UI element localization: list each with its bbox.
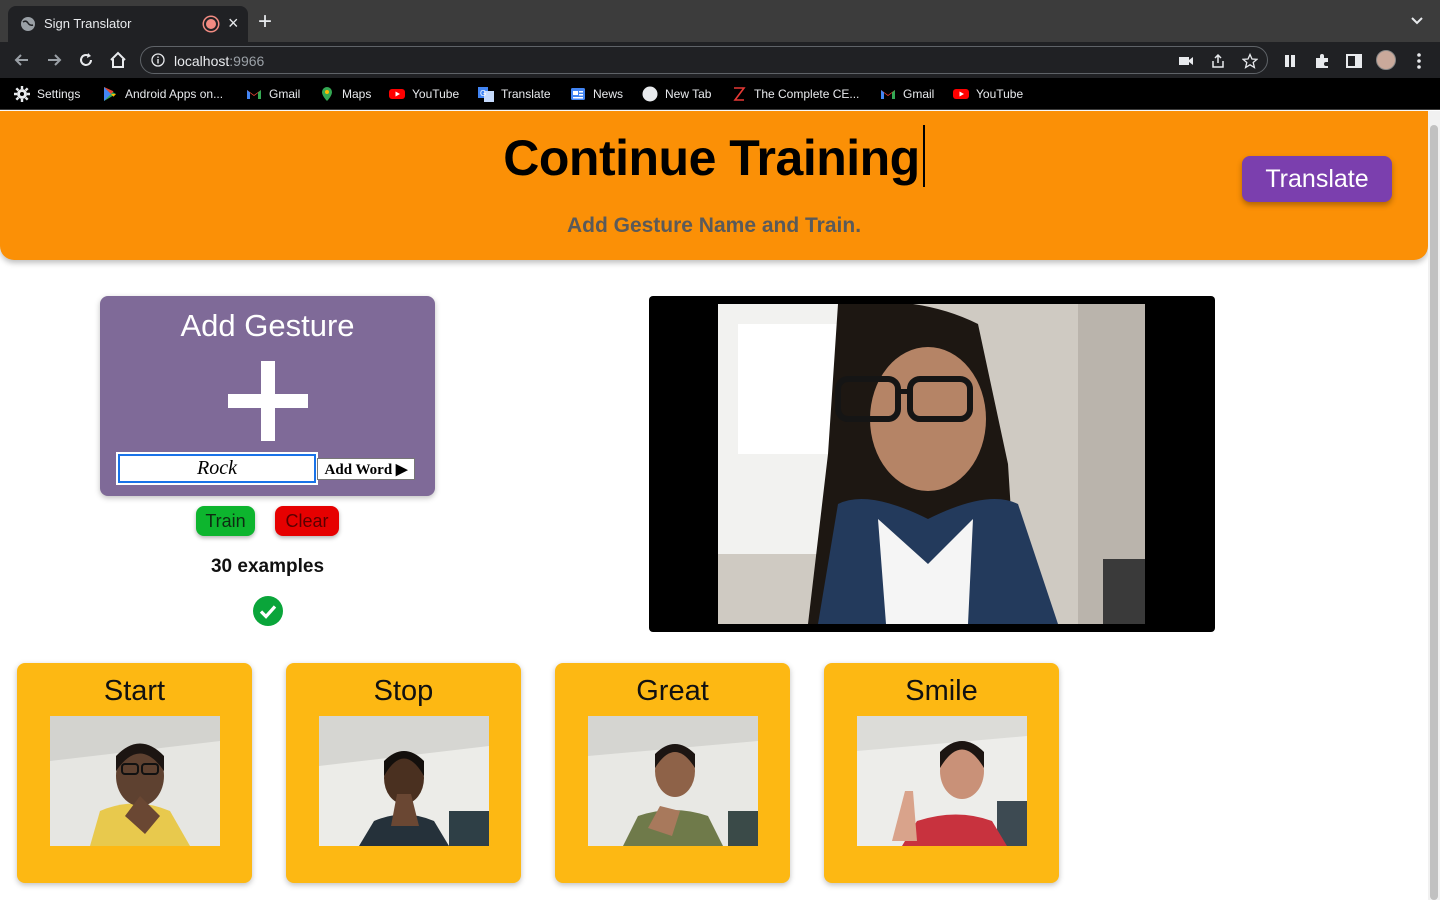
gesture-card-great[interactable]: Great: [555, 663, 790, 883]
clear-button[interactable]: Clear: [275, 506, 339, 536]
gmail-icon: [881, 90, 895, 99]
page-scrollbar[interactable]: [1428, 111, 1440, 900]
gmail-icon: [247, 90, 261, 99]
side-panel-icon[interactable]: [1345, 52, 1363, 70]
examples-count: 30 examples: [210, 556, 325, 577]
kebab-menu-icon[interactable]: [1410, 52, 1428, 70]
address-bar[interactable]: localhost:9966: [140, 46, 1268, 74]
svg-text:G: G: [480, 89, 486, 98]
gesture-thumbnail: [857, 716, 1027, 846]
maps-icon: [322, 87, 332, 101]
new-tab-button[interactable]: +: [258, 8, 272, 36]
train-button[interactable]: Train: [196, 506, 255, 536]
gesture-name: Great: [636, 675, 709, 707]
bookmark-label: Android Apps on...: [125, 87, 224, 101]
bookmark-label: Gmail: [903, 87, 935, 101]
translate-button[interactable]: Translate: [1242, 156, 1392, 202]
star-icon[interactable]: [1242, 53, 1258, 69]
forward-icon[interactable]: [44, 50, 64, 70]
share-icon[interactable]: [1210, 53, 1226, 69]
bookmark-label: Gmail: [269, 87, 301, 101]
add-gesture-title: Add Gesture: [180, 308, 355, 343]
bookmark-label: Settings: [37, 87, 81, 101]
back-icon[interactable]: [12, 50, 32, 70]
globe-icon: [21, 17, 35, 31]
gesture-card-start[interactable]: Start: [17, 663, 252, 883]
bookmarks-bar: Settings Android Apps on... Gmail Maps Y…: [0, 78, 1440, 110]
gesture-name: Stop: [373, 675, 434, 707]
browser-toolbar: localhost:9966: [0, 42, 1440, 78]
bookmark-label: YouTube: [976, 87, 1024, 101]
close-tab-icon[interactable]: ×: [228, 13, 239, 34]
scrollbar-thumb[interactable]: [1430, 125, 1438, 900]
zeta-icon: [733, 87, 746, 101]
add-gesture-card: Add Gesture Add Word ▶: [100, 296, 435, 496]
play-store-icon: [104, 87, 116, 101]
bookmark-label: YouTube: [412, 87, 460, 101]
url-text: localhost:9966: [174, 53, 264, 69]
gesture-thumbnail: [50, 716, 220, 846]
gesture-name: Start: [103, 675, 166, 707]
bookmark-label: Maps: [342, 87, 372, 101]
home-icon[interactable]: [108, 50, 128, 70]
check-circle-icon: [253, 596, 283, 626]
webcam-video: [718, 304, 1145, 624]
gear-icon: [14, 86, 30, 102]
webcam-container: [649, 296, 1215, 632]
bookmark-label: New Tab: [665, 87, 712, 101]
camera-icon[interactable]: [1178, 53, 1194, 69]
youtube-icon: [389, 89, 405, 99]
browser-tab[interactable]: Sign Translator ×: [8, 6, 248, 42]
page-title-text: Continue Training: [503, 130, 920, 186]
globe-icon: [642, 86, 658, 102]
translate-icon: G: [478, 87, 494, 102]
tab-title: Sign Translator: [44, 16, 132, 31]
url-port: :9966: [229, 53, 265, 69]
puzzle-icon[interactable]: [1313, 52, 1331, 70]
page-title: Continue Training: [0, 125, 1428, 187]
bookmark-label: Translate: [501, 87, 551, 101]
bookmark-label: The Complete CE...: [754, 87, 860, 101]
url-host: localhost: [174, 53, 230, 69]
bookmark-label: News: [593, 87, 624, 101]
youtube-icon: [953, 89, 969, 99]
gesture-name: Smile: [905, 675, 978, 707]
reload-icon[interactable]: [76, 50, 96, 70]
browser-tab-bar: Sign Translator × +: [0, 0, 1440, 42]
add-word-button[interactable]: Add Word ▶: [317, 458, 415, 480]
extension-shield-icon[interactable]: [1281, 52, 1299, 70]
gesture-card-stop[interactable]: Stop: [286, 663, 521, 883]
text-cursor: [922, 125, 925, 187]
page-subtitle: Add Gesture Name and Train.: [566, 214, 862, 237]
gesture-name-input[interactable]: [116, 452, 318, 485]
gesture-thumbnail: [588, 716, 758, 846]
info-icon[interactable]: [151, 53, 165, 67]
recording-indicator-icon: [204, 17, 218, 31]
chevron-down-icon[interactable]: [1408, 12, 1426, 30]
news-icon: [571, 88, 585, 100]
gesture-thumbnail: [319, 716, 489, 846]
page-header: Continue Training Add Gesture Name and T…: [0, 111, 1428, 260]
gesture-card-smile[interactable]: Smile: [824, 663, 1059, 883]
profile-avatar[interactable]: [1376, 50, 1396, 70]
